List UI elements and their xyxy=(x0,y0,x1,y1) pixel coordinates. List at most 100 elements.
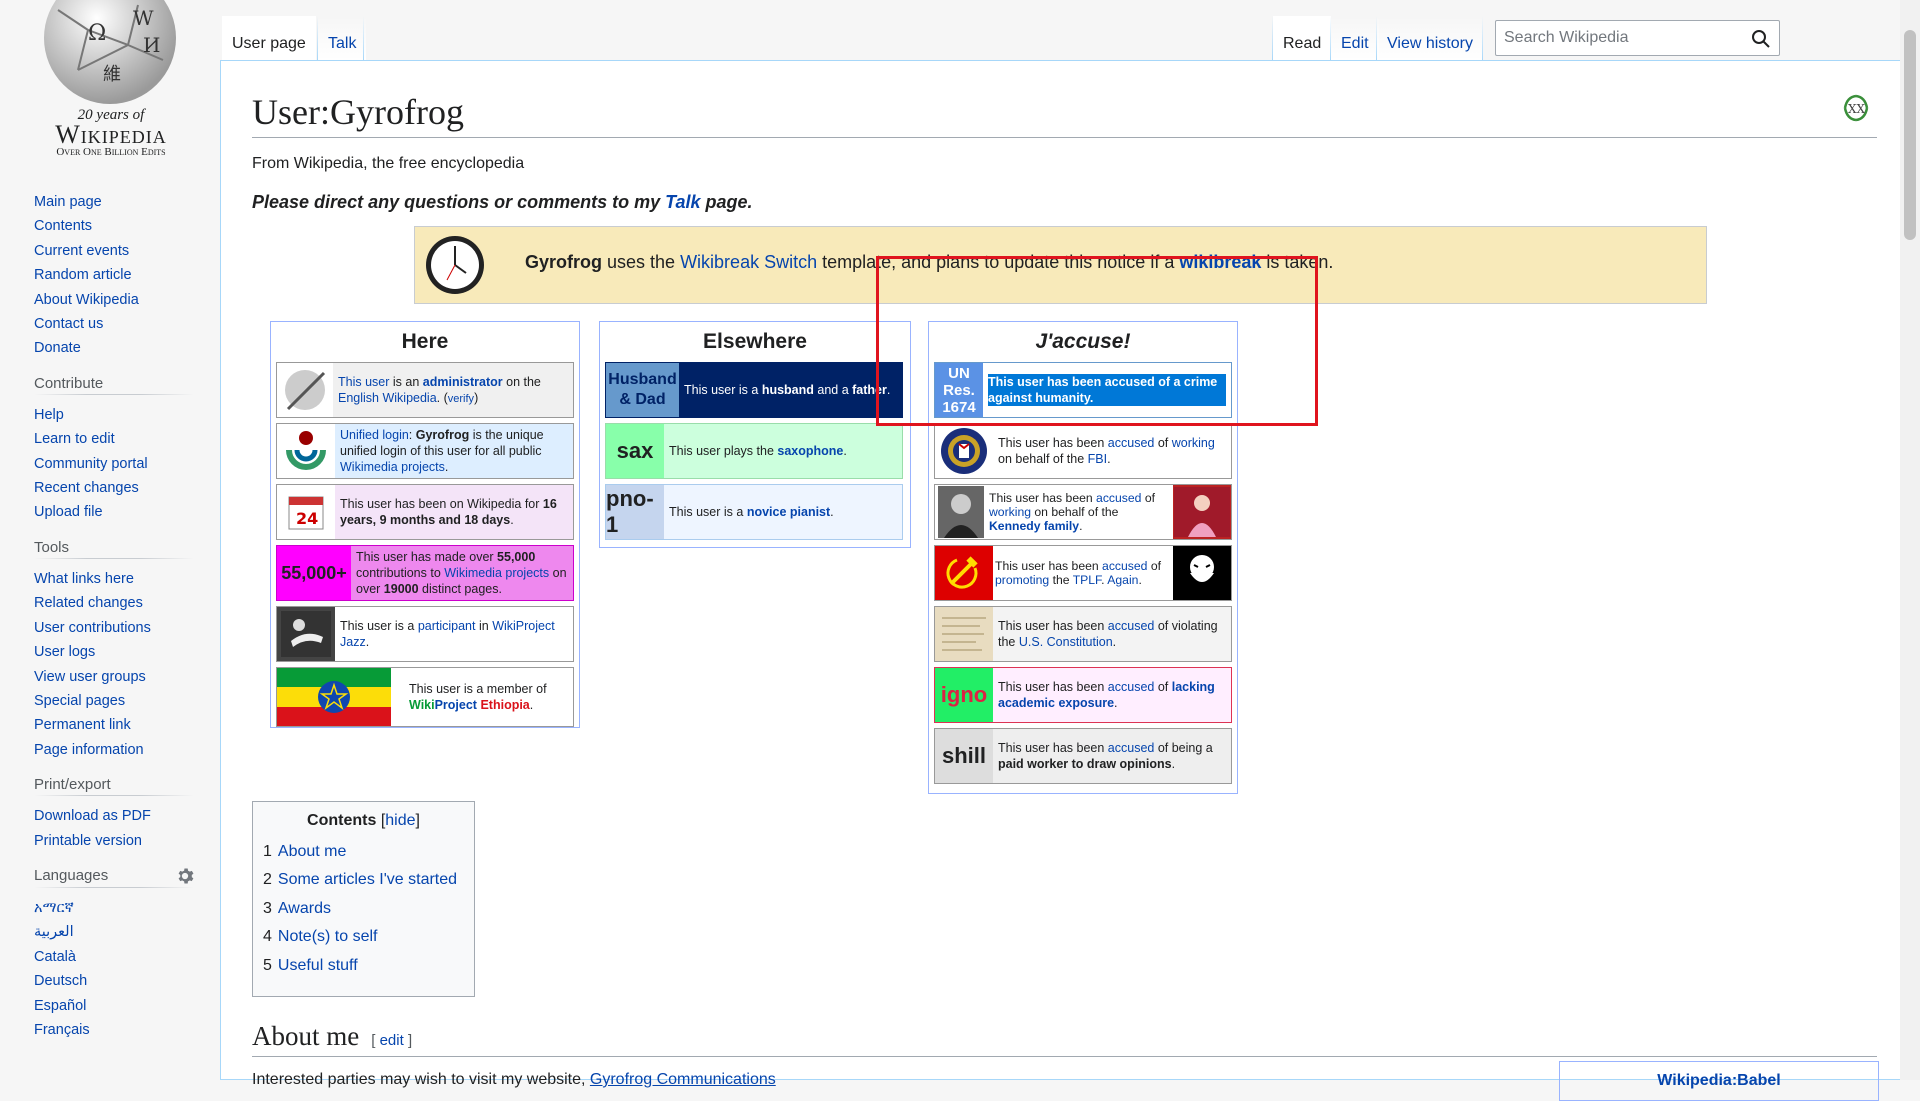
talk-link[interactable]: Talk xyxy=(665,192,700,212)
accused-link[interactable]: accused xyxy=(1108,619,1155,633)
kennedy-family-link[interactable]: Kennedy family xyxy=(989,519,1079,533)
husband-text: husband xyxy=(761,383,814,397)
tplf-link[interactable]: TPLF xyxy=(1073,573,1101,587)
sidebar-item-language-3[interactable]: Deutsch xyxy=(34,969,220,993)
sax-label: sax xyxy=(616,438,654,463)
page-count: 19000 xyxy=(383,582,419,596)
toc-link[interactable]: Awards xyxy=(278,900,331,917)
again-link[interactable]: Again xyxy=(1107,573,1138,587)
sidebar-item-nav-5[interactable]: Contact us xyxy=(34,312,220,336)
sidebar-item-contribute-1[interactable]: Learn to edit xyxy=(34,427,220,451)
scrollbar[interactable] xyxy=(1900,0,1920,1080)
us-constitution-link[interactable]: U.S. Constitution xyxy=(1019,635,1113,649)
userbox-text: This user has been accused of lacking ac… xyxy=(993,668,1231,722)
wikimedia-projects-link[interactable]: Wikimedia projects xyxy=(444,566,549,580)
wikimedia-projects-link[interactable]: Wikimedia projects xyxy=(340,460,445,474)
sidebar-item-contribute-3[interactable]: Recent changes xyxy=(34,476,220,500)
contact-text: Please direct any questions or comments … xyxy=(252,192,666,212)
tab-edit[interactable]: Edit xyxy=(1331,16,1379,60)
edit-count: 55,000 xyxy=(497,550,536,564)
sidebar-item-nav-3[interactable]: Random article xyxy=(34,263,220,287)
edit-section-link[interactable]: edit xyxy=(380,1032,404,1049)
top-navigation: User page Talk Read Edit View history Se… xyxy=(220,0,1900,60)
sidebar-item-tools-1[interactable]: Related changes xyxy=(34,591,220,615)
sidebar-item-nav-0[interactable]: Main page xyxy=(34,190,220,214)
toc-number: 1 xyxy=(263,843,272,860)
sidebar-item-contribute-4[interactable]: Upload file xyxy=(34,500,220,524)
toc-link[interactable]: Note(s) to self xyxy=(278,928,378,945)
wikipedia-logo[interactable]: Ω W И 維 20 years of Wikipedia Over One B… xyxy=(18,0,204,158)
administrator-link[interactable]: administrator xyxy=(423,375,503,389)
page-title: User:Gyrofrog xyxy=(252,91,1877,138)
sidebar-item-nav-4[interactable]: About Wikipedia xyxy=(34,288,220,312)
scrollbar-thumb[interactable] xyxy=(1904,30,1916,240)
babel-link[interactable]: Wikipedia:Babel xyxy=(1657,1072,1780,1089)
sidebar-item-tools-3[interactable]: User logs xyxy=(34,640,220,664)
t: . xyxy=(1112,635,1117,649)
toc-hide-link[interactable]: hide xyxy=(385,812,415,829)
toc-item[interactable]: 4 Note(s) to self xyxy=(263,923,464,951)
accused-link[interactable]: accused xyxy=(1108,741,1155,755)
sidebar-item-nav-1[interactable]: Contents xyxy=(34,214,220,238)
toc-link[interactable]: About me xyxy=(278,843,346,860)
accused-link[interactable]: accused xyxy=(1096,491,1141,505)
calendar-icon: 24 xyxy=(277,485,335,539)
wikibreak-switch-link[interactable]: Wikibreak Switch xyxy=(680,252,817,272)
wiki-link[interactable]: Wiki xyxy=(409,698,435,712)
fbi-link[interactable]: FBI xyxy=(1088,452,1107,466)
participant-link[interactable]: participant xyxy=(418,619,476,633)
sidebar-item-language-5[interactable]: Français xyxy=(34,1018,220,1042)
userbox-group-title: Elsewhere xyxy=(703,330,807,353)
novice-pianist-link[interactable]: novice pianist xyxy=(747,505,830,519)
wiki-anniversary-icon[interactable]: XX xyxy=(1841,93,1871,123)
search-icon[interactable] xyxy=(1751,29,1771,49)
toc-link[interactable]: Useful stuff xyxy=(278,957,358,974)
sidebar-item-nav-2[interactable]: Current events xyxy=(34,239,220,263)
working-link[interactable]: working xyxy=(989,505,1031,519)
t: of xyxy=(1141,491,1156,505)
unified-login-link[interactable]: Unified login xyxy=(340,428,409,442)
accused-link[interactable]: accused xyxy=(1102,559,1147,573)
tab-read[interactable]: Read xyxy=(1273,16,1332,60)
search-input[interactable]: Search Wikipedia xyxy=(1495,20,1780,56)
project-link[interactable]: Project xyxy=(435,698,477,712)
sidebar-item-tools-0[interactable]: What links here xyxy=(34,567,220,591)
sidebar-item-contribute-0[interactable]: Help xyxy=(34,403,220,427)
gear-icon[interactable] xyxy=(176,867,194,885)
toc-item[interactable]: 3 Awards xyxy=(263,895,464,923)
sidebar-item-tools-4[interactable]: View user groups xyxy=(34,665,220,689)
sidebar-item-print-0[interactable]: Download as PDF xyxy=(34,804,220,828)
sidebar-item-language-1[interactable]: العربية xyxy=(34,920,220,944)
verify-link[interactable]: verify xyxy=(448,393,474,405)
sidebar-item-nav-6[interactable]: Donate xyxy=(34,336,220,360)
ethiopia-link[interactable]: Ethiopia xyxy=(477,698,529,712)
tab-talk[interactable]: Talk xyxy=(318,16,367,60)
admin-mop-icon xyxy=(277,363,333,417)
sidebar-item-language-2[interactable]: Català xyxy=(34,945,220,969)
this-user-link[interactable]: This user xyxy=(338,375,389,389)
sidebar-item-language-4[interactable]: Español xyxy=(34,994,220,1018)
sidebar-item-print-1[interactable]: Printable version xyxy=(34,829,220,853)
promoting-link[interactable]: promoting xyxy=(995,573,1049,587)
toc-link[interactable]: Some articles I've started xyxy=(278,871,457,888)
toc-item[interactable]: 5 Useful stuff xyxy=(263,952,464,980)
sidebar-item-tools-6[interactable]: Permanent link xyxy=(34,713,220,737)
sidebar-item-tools-5[interactable]: Special pages xyxy=(34,689,220,713)
clock-icon xyxy=(426,236,484,294)
sidebar-item-tools-7[interactable]: Page information xyxy=(34,738,220,762)
toc-item[interactable]: 1 About me xyxy=(263,838,464,866)
sidebar-item-tools-2[interactable]: User contributions xyxy=(34,616,220,640)
saxophone-link[interactable]: saxophone xyxy=(777,444,843,458)
sidebar-item-contribute-2[interactable]: Community portal xyxy=(34,452,220,476)
igno-badge: igno xyxy=(935,668,993,722)
userbox-jazz: This user is a participant in WikiProjec… xyxy=(276,606,574,662)
working-link[interactable]: working xyxy=(1172,436,1215,450)
english-wikipedia-link[interactable]: English Wikipedia xyxy=(338,391,437,405)
toc-item[interactable]: 2 Some articles I've started xyxy=(263,866,464,894)
t: This user has been xyxy=(989,491,1097,505)
tab-user-page[interactable]: User page xyxy=(222,16,316,60)
accused-link[interactable]: accused xyxy=(1108,680,1155,694)
sidebar-item-language-0[interactable]: አማርኛ xyxy=(34,896,220,920)
tab-view-history[interactable]: View history xyxy=(1377,16,1483,60)
accused-link[interactable]: accused xyxy=(1108,436,1155,450)
